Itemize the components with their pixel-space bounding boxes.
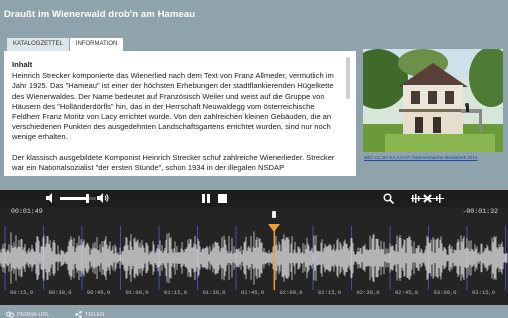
- volume-slider[interactable]: [60, 194, 96, 203]
- timeline-tick-label: 00:15,0: [10, 289, 34, 296]
- loop-section-icon[interactable]: [410, 193, 446, 204]
- permalink-link[interactable]: PERMA-URL: [6, 311, 49, 318]
- share-icon: [75, 311, 82, 318]
- timeline-tick-label: 00:30,0: [48, 289, 72, 296]
- waveform[interactable]: [0, 226, 508, 290]
- info-paragraph-1: Heinrich Strecker komponierte das Wiener…: [12, 71, 334, 142]
- timeline-tick-label: 02:15,0: [318, 289, 342, 296]
- permalink-label: PERMA-URL: [17, 311, 50, 318]
- page: Draußt im Wienerwald drob'n am Hameau KA…: [0, 0, 508, 318]
- info-text: Inhalt Heinrich Strecker komponierte das…: [12, 60, 342, 176]
- timeline-ticks: 00:15,0 00:30,0 00:45,0 01:00,0 01:15,0 01:30…: [0, 286, 508, 300]
- volume-low-icon[interactable]: [46, 193, 55, 203]
- tab-katalogzettel[interactable]: KATALOGZETTEL: [7, 38, 69, 51]
- pause-icon[interactable]: [202, 194, 210, 203]
- footer-bar: PERMA-URL TEILEN: [0, 305, 508, 318]
- elapsed-time: 00:01:49: [11, 208, 43, 215]
- info-paragraph-2: Der klassisch ausgebildete Komponist Hei…: [12, 152, 335, 172]
- remaining-time: -00:01:32: [462, 208, 498, 215]
- link-icon: [6, 311, 14, 318]
- info-scrollbar[interactable]: [346, 57, 350, 99]
- control-bar: [0, 190, 508, 207]
- hameau-photo: [363, 49, 503, 152]
- share-link[interactable]: TEILEN: [75, 311, 104, 318]
- info-panel: Inhalt Heinrich Strecker komponierte das…: [4, 51, 356, 176]
- volume-handle[interactable]: [85, 194, 89, 203]
- volume-high-icon[interactable]: [97, 193, 109, 203]
- zoom-icon[interactable]: [383, 193, 394, 204]
- timeline-tick-label: 01:45,0: [241, 289, 265, 296]
- image-credit-link[interactable]: Bild: CC BY-SA 3.0 AT: Österreichische M…: [364, 155, 477, 160]
- timeline-tick-label: 01:00,0: [125, 289, 149, 296]
- timeline-tick-label: 01:15,0: [164, 289, 188, 296]
- stop-icon[interactable]: [218, 194, 227, 203]
- volume-level: [60, 197, 87, 200]
- waveform-signal: [0, 231, 508, 285]
- timeline-tick-label: 02:00,0: [279, 289, 303, 296]
- timeline-tick-label: 03:00,0: [433, 289, 457, 296]
- timeline-tick-label: 02:45,0: [395, 289, 419, 296]
- info-heading: Inhalt: [12, 60, 33, 69]
- share-label: TEILEN: [85, 311, 105, 318]
- timeline-tick-label: 00:45,0: [87, 289, 111, 296]
- tab-bar: KATALOGZETTEL INFORMATION: [7, 38, 124, 51]
- page-title: Draußt im Wienerwald drob'n am Hameau: [4, 9, 196, 20]
- timeline-tick-label: 02:30,0: [356, 289, 380, 296]
- audio-player: 00:01:49 -00:01:32 00:15,0 00:30,0 00:45,0…: [0, 190, 508, 318]
- position-marker[interactable]: [272, 211, 277, 218]
- tab-information[interactable]: INFORMATION: [69, 38, 124, 51]
- timeline-tick-label: 01:30,0: [202, 289, 226, 296]
- timeline-tick-label: 03:15,0: [472, 289, 496, 296]
